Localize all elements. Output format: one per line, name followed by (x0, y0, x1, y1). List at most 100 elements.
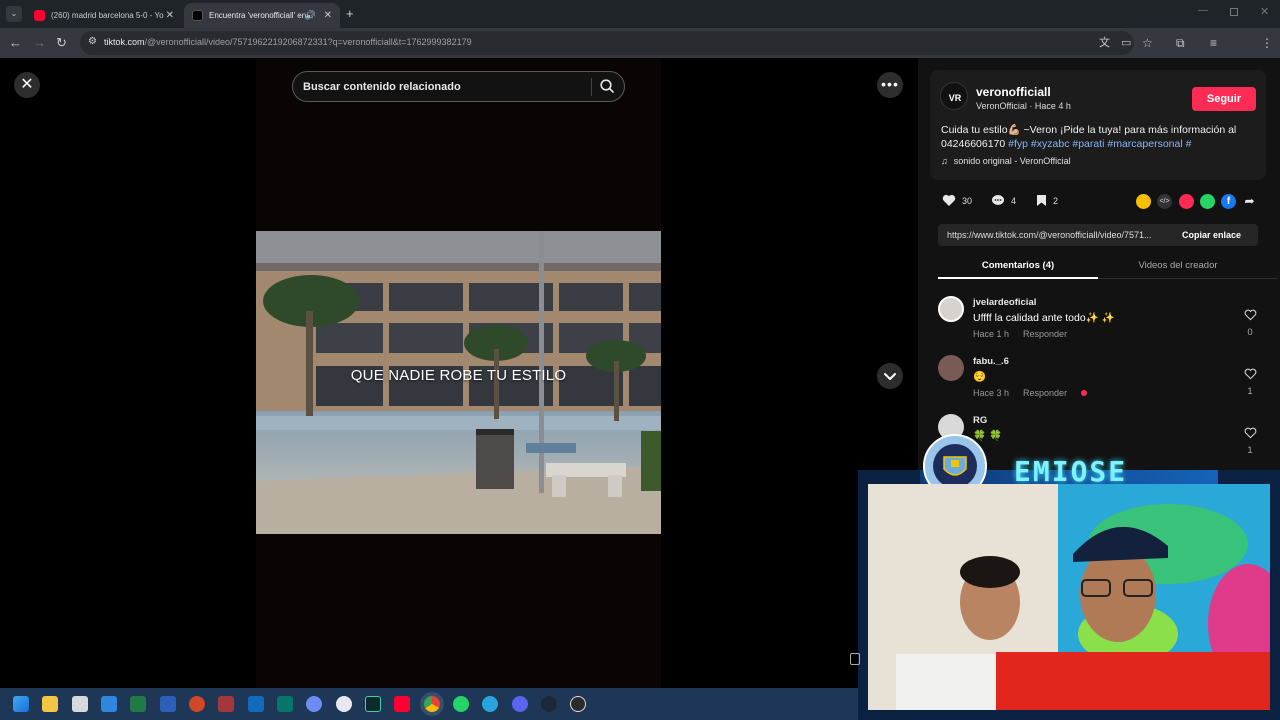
avatar[interactable]: VR (940, 82, 968, 110)
address-bar[interactable]: ⚙ tiktok.com/@veronofficiall/video/75719… (80, 31, 1134, 55)
comment-like-count: 1 (1247, 445, 1253, 456)
save-action[interactable]: 2 (1036, 194, 1058, 207)
author-username[interactable]: veronofficiall (976, 85, 1051, 99)
whatsapp-icon[interactable] (453, 696, 469, 712)
word-icon[interactable] (160, 696, 176, 712)
share-link-url[interactable]: https://www.tiktok.com/@veronofficiall/v… (947, 230, 1173, 240)
capcut-icon[interactable] (365, 696, 381, 712)
like-action[interactable]: 30 (942, 194, 972, 207)
comment-like[interactable]: 1 (1240, 426, 1260, 456)
outlook-icon[interactable] (248, 696, 264, 712)
share-arrow-icon[interactable]: ➦ (1242, 194, 1257, 209)
bookmark-star-icon[interactable]: ☆ (1142, 35, 1153, 51)
webcam-image (868, 484, 1270, 710)
access-icon[interactable] (218, 696, 234, 712)
reply-button[interactable]: Responder (1023, 329, 1067, 339)
obs-icon[interactable] (570, 696, 586, 712)
video-player[interactable]: QUE NADIE ROBE TU ESTILO (256, 231, 661, 534)
extensions-icon[interactable]: ⧉ (1176, 35, 1185, 51)
sound-link[interactable]: ♫ sonido original - VeronOfficial (941, 156, 1071, 166)
tab-title: (260) madrid barcelona 5-0 - Yo (51, 11, 164, 20)
music-note-icon: ♫ (941, 156, 948, 166)
close-video-button[interactable]: ✕ (14, 72, 40, 98)
reload-icon[interactable]: ↻ (56, 35, 67, 51)
search-icon[interactable] (599, 78, 615, 94)
speaker-icon[interactable]: 🔊 (305, 10, 316, 21)
comment-item: jvelardeoficial Uffff la calidad ante to… (938, 296, 1258, 352)
avatar[interactable] (938, 296, 964, 322)
tab-comments[interactable]: Comentarios (4) (938, 260, 1098, 271)
close-window-icon[interactable]: ✕ (1260, 5, 1269, 18)
active-tab-indicator (938, 277, 1098, 279)
music-app-icon[interactable] (336, 696, 352, 712)
forward-icon[interactable]: → (33, 35, 46, 51)
search-input[interactable]: Buscar contenido relacionado (303, 81, 461, 93)
chevron-down-icon (884, 373, 896, 380)
drop-app-icon[interactable] (306, 696, 322, 712)
url-path: /@veronofficiall/video/75719622192068723… (144, 37, 472, 47)
comment-like[interactable]: 1 (1240, 367, 1260, 397)
embed-code-icon[interactable]: </> (1157, 194, 1172, 209)
powerpoint-icon[interactable] (189, 696, 205, 712)
site-info-icon[interactable]: ⚙ (88, 36, 97, 47)
share-link-box: https://www.tiktok.com/@veronofficiall/v… (938, 224, 1258, 246)
comment-meta: Hace 1 h Responder (973, 329, 1081, 339)
windows-start-icon[interactable] (13, 696, 29, 712)
reading-list-icon[interactable]: ≡ (1210, 35, 1217, 51)
excel-icon[interactable] (130, 696, 146, 712)
coin-share-icon[interactable] (1136, 194, 1151, 209)
new-tab-button[interactable]: + (346, 6, 354, 21)
video-caption-text: QUE NADIE ROBE TU ESTILO (350, 367, 567, 384)
comment-username[interactable]: RG (973, 415, 987, 426)
restore-icon[interactable] (1230, 8, 1238, 16)
related-search-box[interactable]: Buscar contenido relacionado (292, 71, 625, 102)
browser-tab-tiktok[interactable]: Encuentra 'veronofficiall' en 🔊 ✕ (184, 3, 340, 28)
photos-icon[interactable] (101, 696, 117, 712)
microsoft-store-icon[interactable] (72, 696, 88, 712)
youtube-icon[interactable] (394, 696, 410, 712)
publisher-icon[interactable] (277, 696, 293, 712)
back-icon[interactable]: ← (9, 35, 22, 51)
comment-like-count: 0 (1247, 327, 1253, 338)
url-text[interactable]: tiktok.com/@veronofficiall/video/7571962… (104, 37, 472, 47)
send-share-icon[interactable] (1179, 194, 1194, 209)
whatsapp-share-icon[interactable] (1200, 194, 1215, 209)
url-host: tiktok.com (104, 37, 145, 47)
steam-icon[interactable] (541, 696, 557, 712)
tab-search-button[interactable]: ⌄ (6, 6, 22, 22)
comment-item: fabu._.6 😌 Hace 3 h Responder 1 (938, 355, 1258, 411)
more-options-button[interactable]: ••• (877, 72, 903, 98)
comment-action[interactable]: 4 (991, 194, 1016, 207)
hashtag-links[interactable]: #fyp #xyzabc #parati #marcapersonal # (1008, 138, 1191, 150)
tab-creator-videos[interactable]: Videos del creador (1098, 260, 1258, 271)
comment-username[interactable]: jvelardeoficial (973, 297, 1036, 308)
close-tab-icon[interactable]: ✕ (324, 10, 332, 21)
file-explorer-icon[interactable] (42, 696, 58, 712)
copy-link-button[interactable]: Copiar enlace (1182, 230, 1241, 240)
comment-count: 4 (1011, 195, 1017, 206)
comment-text: 😌 (973, 371, 987, 383)
next-video-button[interactable] (877, 363, 903, 389)
facebook-share-icon[interactable]: f (1221, 194, 1236, 209)
reply-button[interactable]: Responder (1023, 388, 1067, 398)
chrome-icon[interactable] (424, 696, 440, 712)
discord-icon[interactable] (512, 696, 528, 712)
follow-button[interactable]: Seguir (1192, 87, 1256, 111)
search-divider (591, 78, 592, 96)
heart-outline-icon (1244, 368, 1256, 380)
cast-icon[interactable]: ▭ (1121, 35, 1131, 51)
comment-like[interactable]: 0 (1240, 308, 1260, 338)
author-nickname-time: VeronOfficial · Hace 4 h (976, 101, 1071, 111)
minimize-icon[interactable]: — (1198, 5, 1208, 16)
comment-icon (992, 195, 1004, 205)
comment-text: Uffff la calidad ante todo✨ ✨ (973, 312, 1115, 324)
telegram-icon[interactable] (482, 696, 498, 712)
comment-username[interactable]: fabu._.6 (973, 356, 1009, 367)
browser-menu-icon[interactable]: ⋮ (1261, 35, 1273, 51)
avatar[interactable] (938, 355, 964, 381)
translate-icon[interactable]: 文 (1099, 35, 1110, 51)
close-tab-icon[interactable]: ✕ (166, 10, 174, 21)
browser-tab-youtube[interactable]: (260) madrid barcelona 5-0 - Yo ✕ (26, 3, 182, 28)
clipboard-icon (850, 653, 860, 665)
tab-title: Encuentra 'veronofficiall' en (209, 11, 307, 20)
